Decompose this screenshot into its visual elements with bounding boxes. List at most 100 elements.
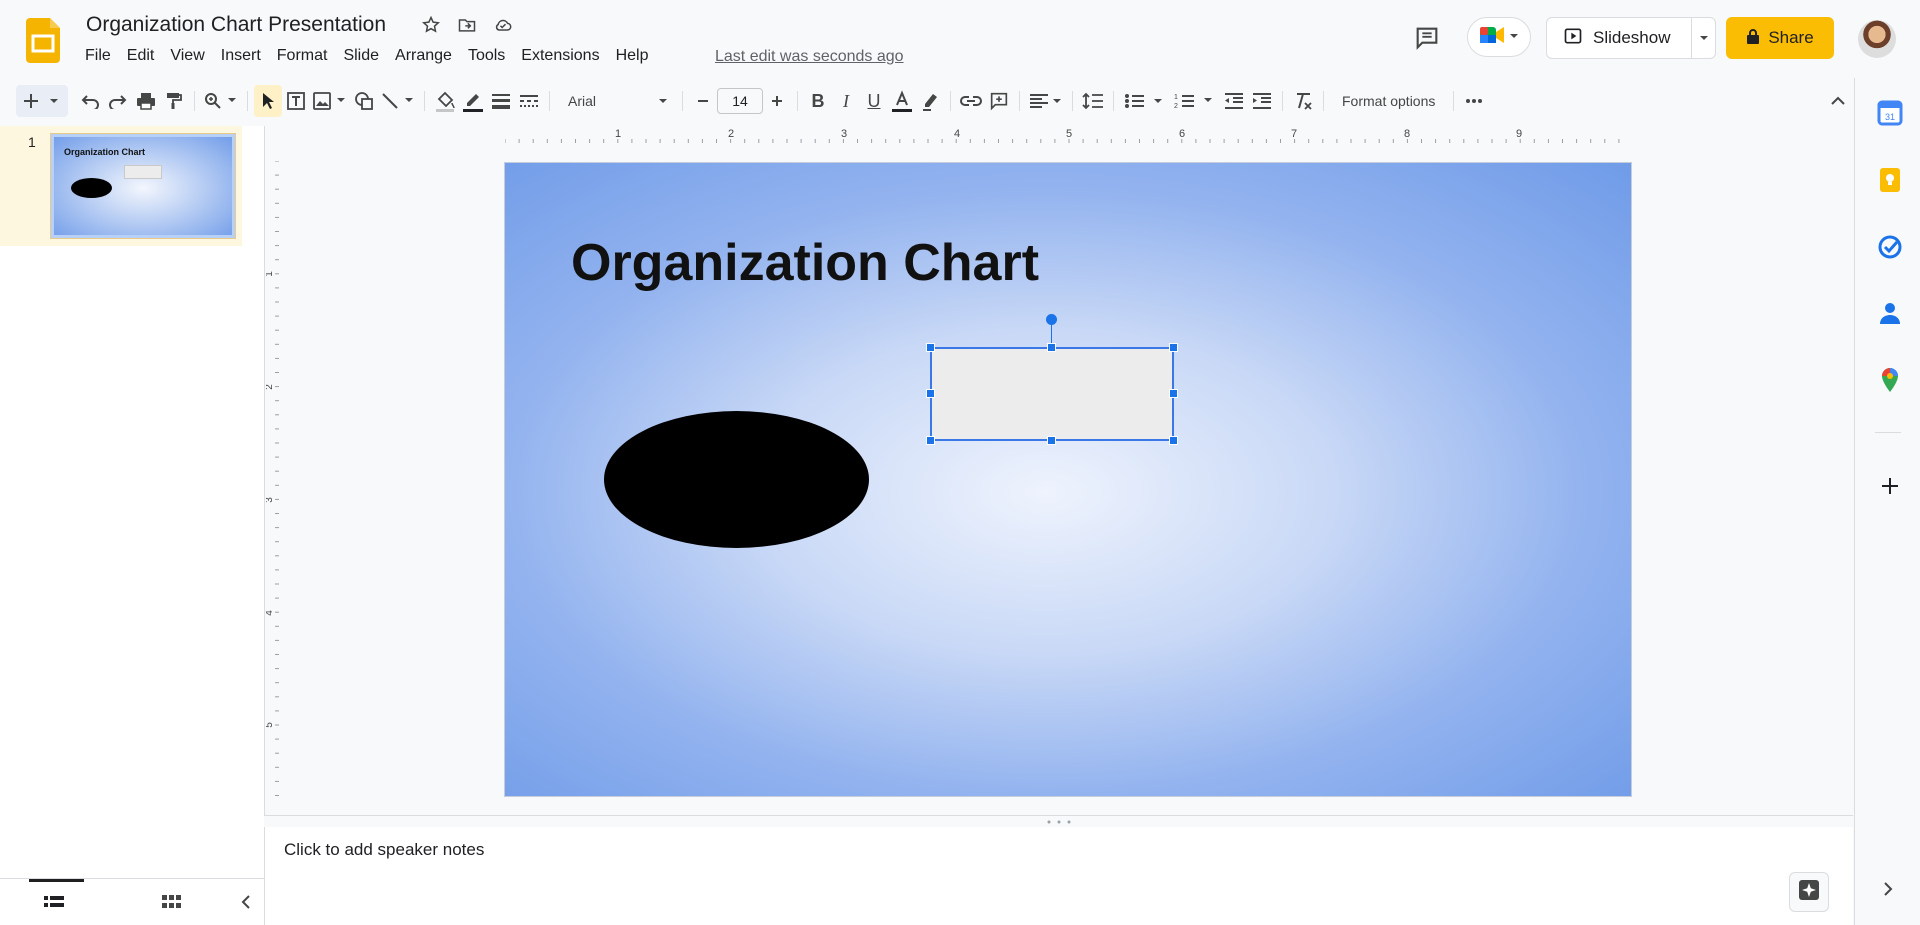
underline-icon[interactable]: U bbox=[860, 85, 888, 117]
border-dash-icon[interactable] bbox=[515, 85, 543, 117]
comments-icon[interactable] bbox=[1413, 24, 1441, 52]
redo-icon[interactable] bbox=[104, 85, 132, 117]
insert-image-icon[interactable] bbox=[310, 85, 350, 117]
shape-icon[interactable] bbox=[350, 85, 378, 117]
divider bbox=[549, 91, 550, 111]
resize-handle-top[interactable] bbox=[1047, 343, 1056, 352]
collapse-toolbar-icon[interactable] bbox=[1824, 85, 1852, 117]
select-tool-icon[interactable] bbox=[254, 85, 282, 117]
play-slideshow-icon bbox=[1563, 26, 1583, 51]
zoom-icon[interactable] bbox=[201, 85, 241, 117]
keep-icon[interactable] bbox=[1877, 167, 1903, 193]
chevron-down-icon bbox=[1509, 28, 1519, 46]
undo-icon[interactable] bbox=[76, 85, 104, 117]
last-edit-link[interactable]: Last edit was seconds ago bbox=[715, 48, 904, 66]
font-family-select[interactable]: Arial bbox=[556, 85, 676, 117]
share-button[interactable]: Share bbox=[1726, 17, 1834, 59]
menu-insert[interactable]: Insert bbox=[213, 47, 269, 65]
document-title[interactable]: Organization Chart Presentation bbox=[86, 13, 386, 37]
tasks-icon[interactable] bbox=[1877, 234, 1903, 260]
slide-thumbnail[interactable]: Organization Chart bbox=[50, 133, 236, 239]
resize-handle-top-left[interactable] bbox=[926, 343, 935, 352]
decrease-font-size-button[interactable] bbox=[689, 85, 717, 117]
menu-extensions[interactable]: Extensions bbox=[513, 47, 607, 65]
resize-handle-bottom[interactable] bbox=[1047, 436, 1056, 445]
divider bbox=[1113, 91, 1114, 111]
ruler-label: 1 bbox=[615, 128, 621, 140]
paint-format-icon[interactable] bbox=[160, 85, 188, 117]
menu-view[interactable]: View bbox=[162, 47, 212, 65]
menu-slide[interactable]: Slide bbox=[335, 47, 387, 65]
expand-side-panel-icon[interactable] bbox=[1878, 879, 1898, 899]
slideshow-button[interactable]: Slideshow bbox=[1547, 18, 1692, 58]
move-folder-icon[interactable] bbox=[456, 14, 478, 36]
format-options-button[interactable]: Format options bbox=[1330, 85, 1447, 117]
highlight-color-icon[interactable] bbox=[916, 85, 944, 117]
add-comment-icon[interactable] bbox=[985, 85, 1013, 117]
slide[interactable]: Organization Chart bbox=[505, 163, 1631, 796]
italic-icon[interactable]: I bbox=[832, 85, 860, 117]
border-weight-icon[interactable] bbox=[487, 85, 515, 117]
clear-formatting-icon[interactable] bbox=[1289, 85, 1317, 117]
insert-link-icon[interactable] bbox=[957, 85, 985, 117]
font-size-input[interactable]: 14 bbox=[717, 88, 763, 114]
resize-handle-left[interactable] bbox=[926, 389, 935, 398]
menu-tools[interactable]: Tools bbox=[460, 47, 513, 65]
avatar[interactable] bbox=[1858, 20, 1896, 58]
calendar-icon[interactable]: 31 bbox=[1877, 100, 1903, 126]
divider bbox=[797, 91, 798, 111]
fill-color-icon[interactable] bbox=[431, 85, 459, 117]
ruler-label: 2 bbox=[728, 128, 734, 140]
maps-icon[interactable] bbox=[1877, 367, 1903, 393]
rotation-handle[interactable] bbox=[1046, 314, 1057, 325]
rectangle-shape-selected[interactable] bbox=[930, 347, 1174, 441]
resize-handle-top-right[interactable] bbox=[1169, 343, 1178, 352]
add-on-plus-icon[interactable] bbox=[1877, 473, 1903, 499]
oval-shape[interactable] bbox=[604, 411, 869, 548]
slides-logo-icon[interactable] bbox=[26, 18, 60, 63]
speaker-notes-placeholder[interactable]: Click to add speaker notes bbox=[284, 840, 484, 860]
notes-resize-handle[interactable] bbox=[264, 815, 1853, 827]
ruler-label: 4 bbox=[954, 128, 960, 140]
menu-file[interactable]: File bbox=[77, 47, 119, 65]
filmstrip-item-selected[interactable]: 1 Organization Chart bbox=[0, 126, 242, 246]
slide-title[interactable]: Organization Chart bbox=[571, 233, 1039, 293]
bulleted-list-icon[interactable] bbox=[1120, 85, 1170, 117]
more-options-icon[interactable] bbox=[1460, 85, 1488, 117]
star-icon[interactable] bbox=[420, 14, 442, 36]
slideshow-options-button[interactable] bbox=[1692, 28, 1715, 48]
meet-button[interactable] bbox=[1467, 17, 1531, 57]
meet-icon bbox=[1479, 24, 1505, 51]
new-slide-button[interactable] bbox=[16, 85, 68, 117]
resize-handle-right[interactable] bbox=[1169, 389, 1178, 398]
collapse-filmstrip-icon[interactable] bbox=[236, 892, 256, 912]
divider bbox=[950, 91, 951, 111]
menu-format[interactable]: Format bbox=[269, 47, 336, 65]
contacts-icon[interactable] bbox=[1877, 300, 1903, 326]
decrease-indent-icon[interactable] bbox=[1220, 85, 1248, 117]
numbered-list-icon[interactable]: 12 bbox=[1170, 85, 1220, 117]
text-color-icon[interactable] bbox=[888, 85, 916, 117]
side-panel: 31 bbox=[1854, 78, 1920, 925]
resize-handle-bottom-left[interactable] bbox=[926, 436, 935, 445]
text-box-icon[interactable] bbox=[282, 85, 310, 117]
filmstrip-view-icon[interactable] bbox=[43, 893, 65, 911]
resize-handle-bottom-right[interactable] bbox=[1169, 436, 1178, 445]
svg-text:2: 2 bbox=[1174, 103, 1178, 110]
increase-indent-icon[interactable] bbox=[1248, 85, 1276, 117]
menu-arrange[interactable]: Arrange bbox=[387, 47, 460, 65]
bold-icon[interactable]: B bbox=[804, 85, 832, 117]
speaker-notes-panel[interactable]: Click to add speaker notes bbox=[264, 827, 1853, 925]
menu-help[interactable]: Help bbox=[608, 47, 657, 65]
menu-edit[interactable]: Edit bbox=[119, 47, 163, 65]
divider bbox=[1282, 91, 1283, 111]
grid-view-icon[interactable] bbox=[160, 893, 182, 911]
line-icon[interactable] bbox=[378, 85, 418, 117]
border-color-icon[interactable] bbox=[459, 85, 487, 117]
increase-font-size-button[interactable] bbox=[763, 85, 791, 117]
line-spacing-icon[interactable] bbox=[1079, 85, 1107, 117]
assist-button[interactable] bbox=[1789, 872, 1829, 912]
cloud-saved-icon[interactable] bbox=[492, 14, 514, 36]
print-icon[interactable] bbox=[132, 85, 160, 117]
align-icon[interactable] bbox=[1026, 85, 1066, 117]
